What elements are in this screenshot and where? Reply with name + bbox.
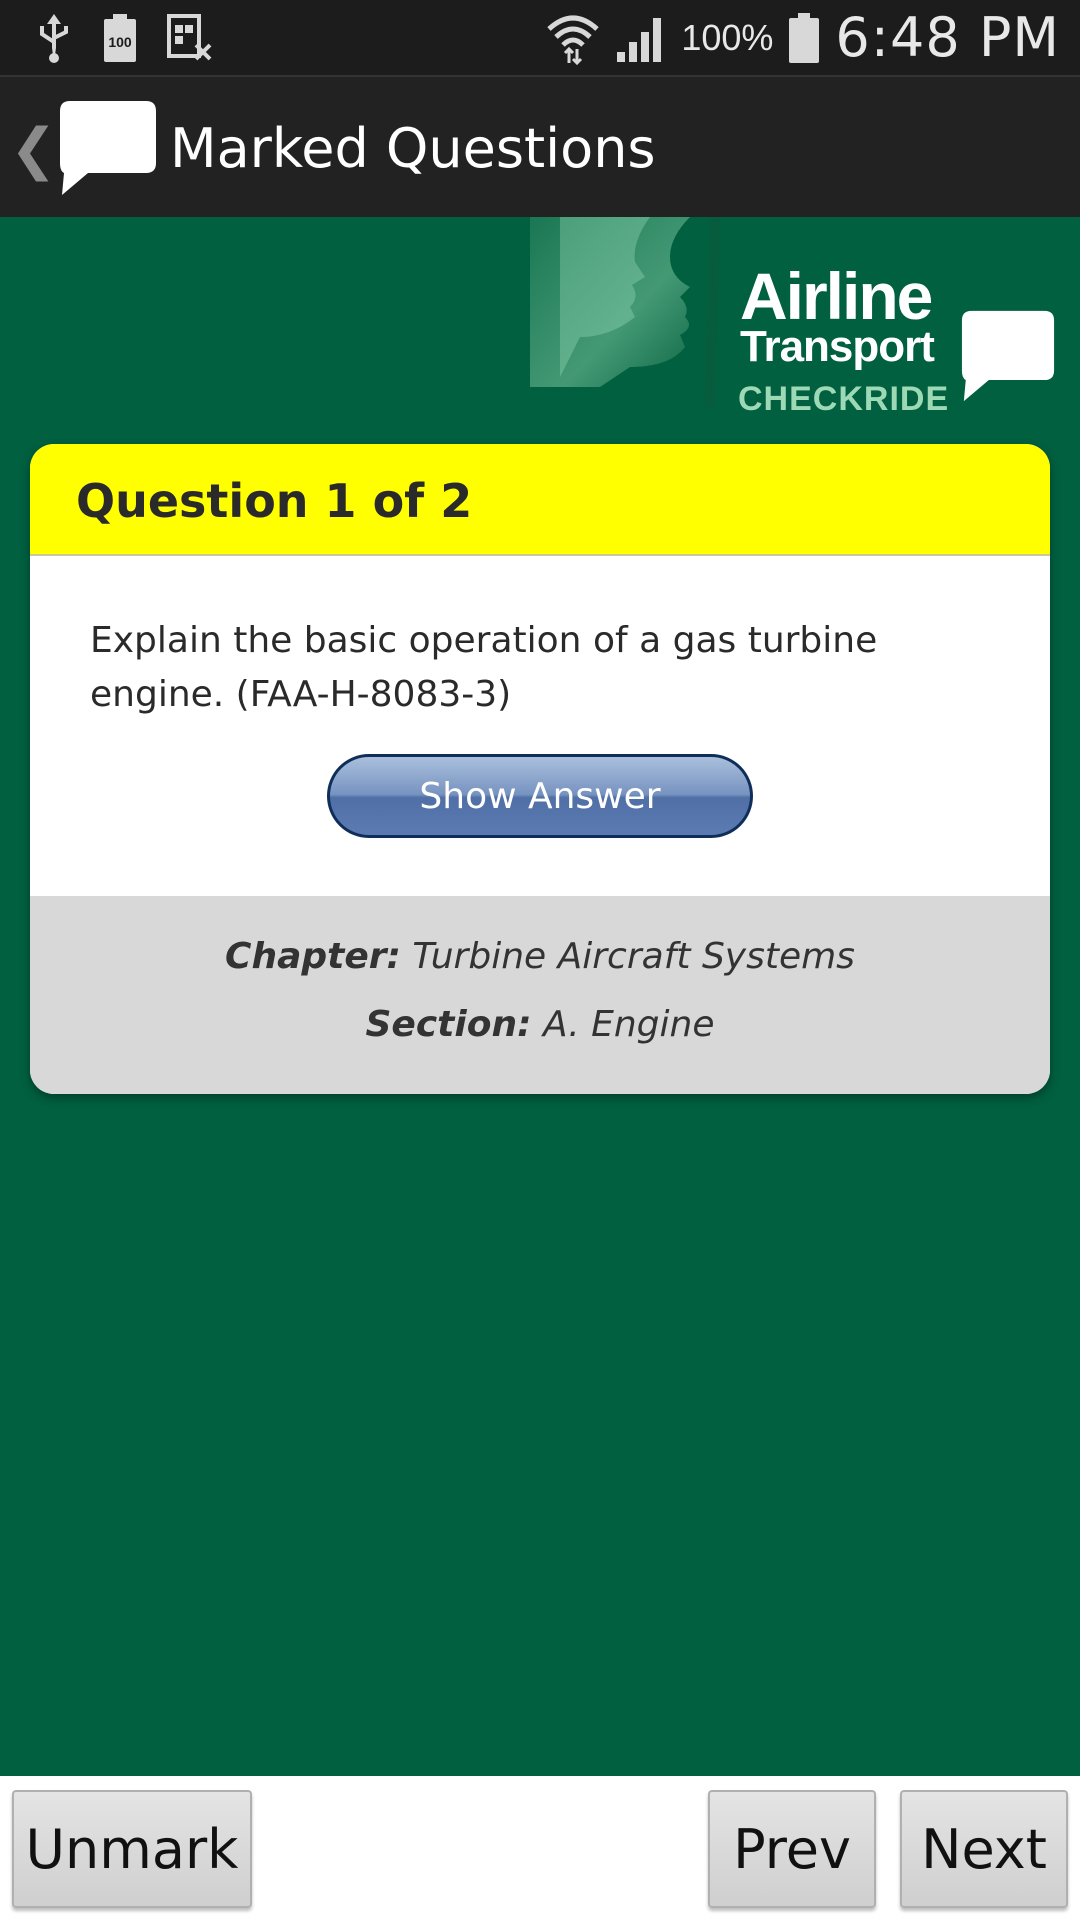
speech-bubble-icon[interactable]: [58, 99, 158, 199]
chapter-label: Chapter:: [225, 936, 401, 977]
action-bar: ❮ Marked Questions: [0, 75, 1080, 217]
battery-100-notification-icon: 100: [104, 13, 136, 62]
question-header: Question 1 of 2: [30, 444, 1050, 556]
show-answer-button[interactable]: Show Answer: [327, 754, 753, 838]
status-bar: 100 100% 6:48 PM: [0, 0, 1080, 75]
status-left-icons: 100: [34, 10, 214, 65]
svg-text:100: 100: [108, 34, 132, 50]
battery-icon: [789, 12, 820, 63]
prev-button[interactable]: Prev: [708, 1790, 876, 1908]
signal-icon: [617, 17, 662, 62]
wifi-icon: [547, 15, 600, 65]
unmark-button[interactable]: Unmark: [12, 1790, 252, 1908]
brand-title-transport: Transport: [740, 322, 935, 371]
question-meta: Chapter: Turbine Aircraft Systems Sectio…: [30, 896, 1050, 1094]
section-label: Section:: [365, 1004, 532, 1045]
bottom-bar: Unmark Prev Next: [0, 1776, 1080, 1920]
question-counter: Question 1 of 2: [76, 474, 473, 528]
speech-bubble-icon: [961, 310, 1055, 402]
page-title: Marked Questions: [170, 117, 656, 180]
section-line: Section: A. Engine: [30, 1004, 1050, 1045]
question-card: Question 1 of 2 Explain the basic operat…: [30, 444, 1050, 1094]
battery-percent: 100%: [681, 16, 774, 58]
screenshot-icon: [167, 13, 212, 60]
question-text: Explain the basic operation of a gas tur…: [90, 620, 878, 715]
status-time: 6:48 PM: [835, 6, 1060, 69]
status-right-icons: 100% 6:48 PM: [545, 0, 1060, 75]
chapter-line: Chapter: Turbine Aircraft Systems: [30, 936, 1050, 977]
section-value: A. Engine: [542, 1004, 715, 1045]
usb-icon: [40, 13, 68, 63]
next-button[interactable]: Next: [900, 1790, 1068, 1908]
brand-title-checkride: CHECKRIDE: [738, 380, 950, 418]
chapter-value: Turbine Aircraft Systems: [412, 936, 855, 977]
chevron-left-icon[interactable]: ❮: [10, 117, 57, 182]
